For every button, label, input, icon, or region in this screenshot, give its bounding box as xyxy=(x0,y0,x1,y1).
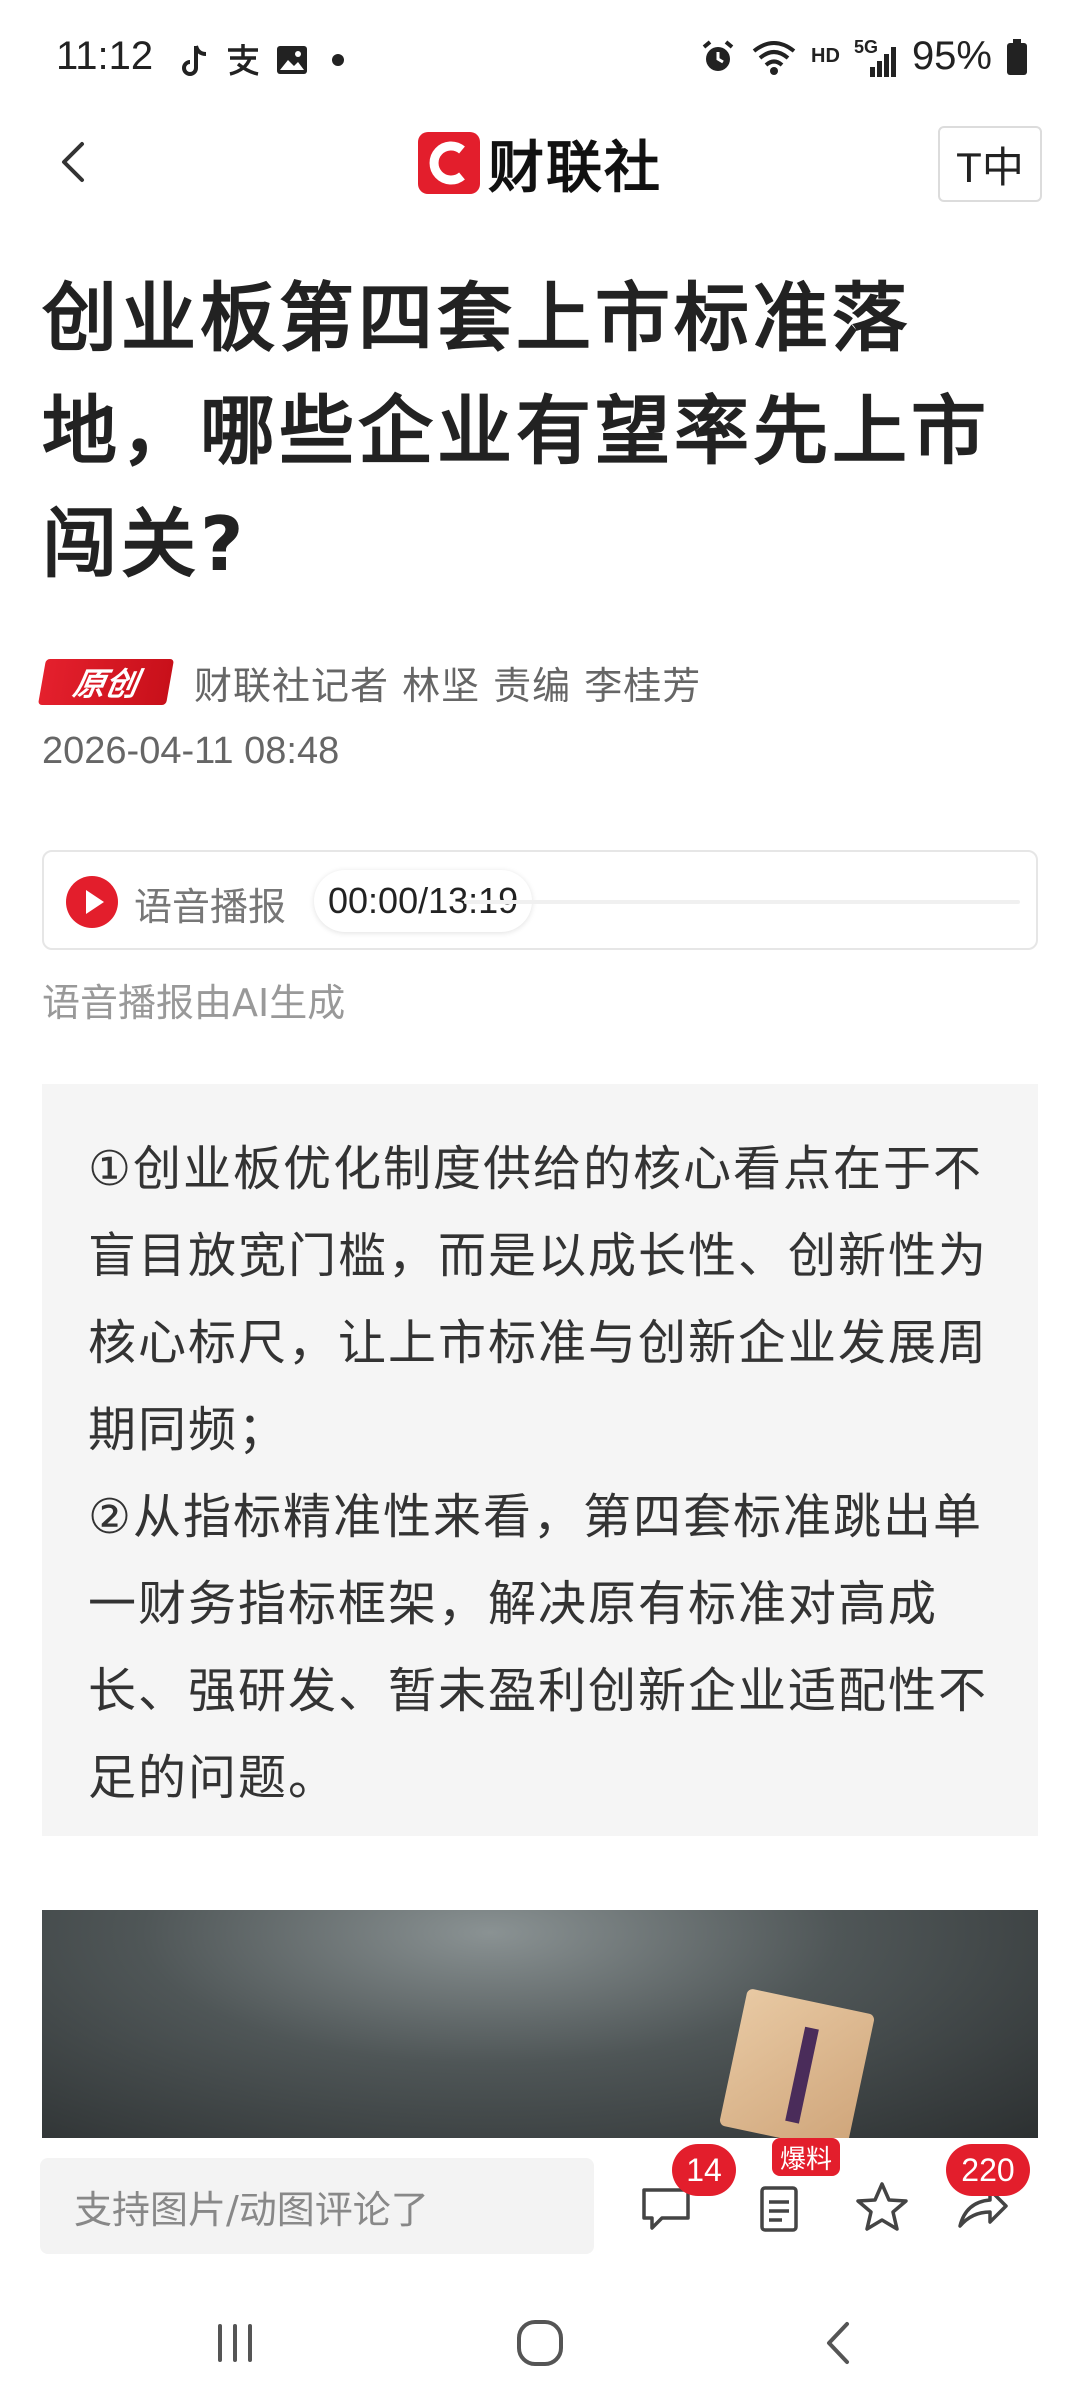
logo-c-icon xyxy=(418,132,480,194)
app-logo: 财联社 xyxy=(418,128,662,201)
back-button[interactable] xyxy=(44,130,108,194)
comment-placeholder: 支持图片/动图评论了 xyxy=(74,2187,429,2232)
notification-dot-icon xyxy=(332,54,344,66)
audio-player: 语音播报 00:00/13:19 xyxy=(42,850,1038,950)
battery-icon xyxy=(1007,38,1027,75)
gallery-icon xyxy=(277,46,307,74)
report-badge: 爆料 xyxy=(772,2138,841,2176)
tiktok-icon xyxy=(182,45,207,76)
summary-point-1: ①创业板优化制度供给的核心看点在于不盲目放宽门槛，而是以成长性、创新性为核心标尺… xyxy=(88,1141,989,1458)
byline: 原创 财联社记者 林坚 责编 李桂芳 xyxy=(37,654,702,710)
battery-percent: 95% xyxy=(911,34,992,78)
hd-label: HD xyxy=(811,45,840,67)
comment-count-badge: 14 xyxy=(672,2144,736,2196)
wifi-icon xyxy=(752,40,796,75)
signal-icon: 5G xyxy=(854,37,898,77)
audio-label: 语音播报 xyxy=(134,885,287,929)
nav-back-icon[interactable] xyxy=(805,2308,875,2378)
recent-apps-icon[interactable] xyxy=(200,2308,270,2378)
wooden-block-image xyxy=(718,1988,876,2138)
article-title: 创业板第四套上市标准落地，哪些企业有望率先上市闯关? xyxy=(42,274,991,588)
status-time: 11:12 xyxy=(56,34,154,78)
original-badge-label: 原创 xyxy=(70,665,141,703)
article-summary: ①创业板优化制度供给的核心看点在于不盲目放宽门槛，而是以成长性、创新性为核心标尺… xyxy=(42,1084,1038,1836)
home-icon[interactable] xyxy=(505,2308,575,2378)
app-header: 财联社 T中 xyxy=(0,118,1080,220)
report-icon[interactable] xyxy=(750,2178,810,2238)
font-size-button[interactable]: T中 xyxy=(938,126,1042,202)
star-icon[interactable] xyxy=(852,2178,912,2238)
audio-progress-track[interactable] xyxy=(464,900,1020,904)
logo-text: 财联社 xyxy=(488,135,662,201)
status-bar: 11:12 HD 5G 95% xyxy=(0,0,1080,118)
original-badge: 原创 xyxy=(37,659,175,705)
article-hero-image xyxy=(42,1910,1038,2138)
publish-date: 2026-04-11 08:48 xyxy=(42,730,340,772)
summary-point-2: ②从指标精准性来看，第四套标准跳出单一财务指标框架，解决原有标准对高成长、强研发… xyxy=(88,1489,989,1806)
bottom-action-bar: 支持图片/动图评论了 14 爆料 220 xyxy=(0,2138,1080,2278)
alarm-icon xyxy=(702,39,734,71)
audio-note: 语音播报由AI生成 xyxy=(42,981,346,1025)
author-info: 财联社记者 林坚 责编 李桂芳 xyxy=(194,663,702,708)
comment-input[interactable]: 支持图片/动图评论了 xyxy=(40,2158,594,2254)
play-icon[interactable] xyxy=(66,876,118,928)
status-right-group: HD 5G 95% xyxy=(699,34,1028,79)
system-nav-bar xyxy=(0,2278,1080,2408)
share-count-badge: 220 xyxy=(946,2144,1030,2196)
alipay-icon xyxy=(228,44,259,76)
